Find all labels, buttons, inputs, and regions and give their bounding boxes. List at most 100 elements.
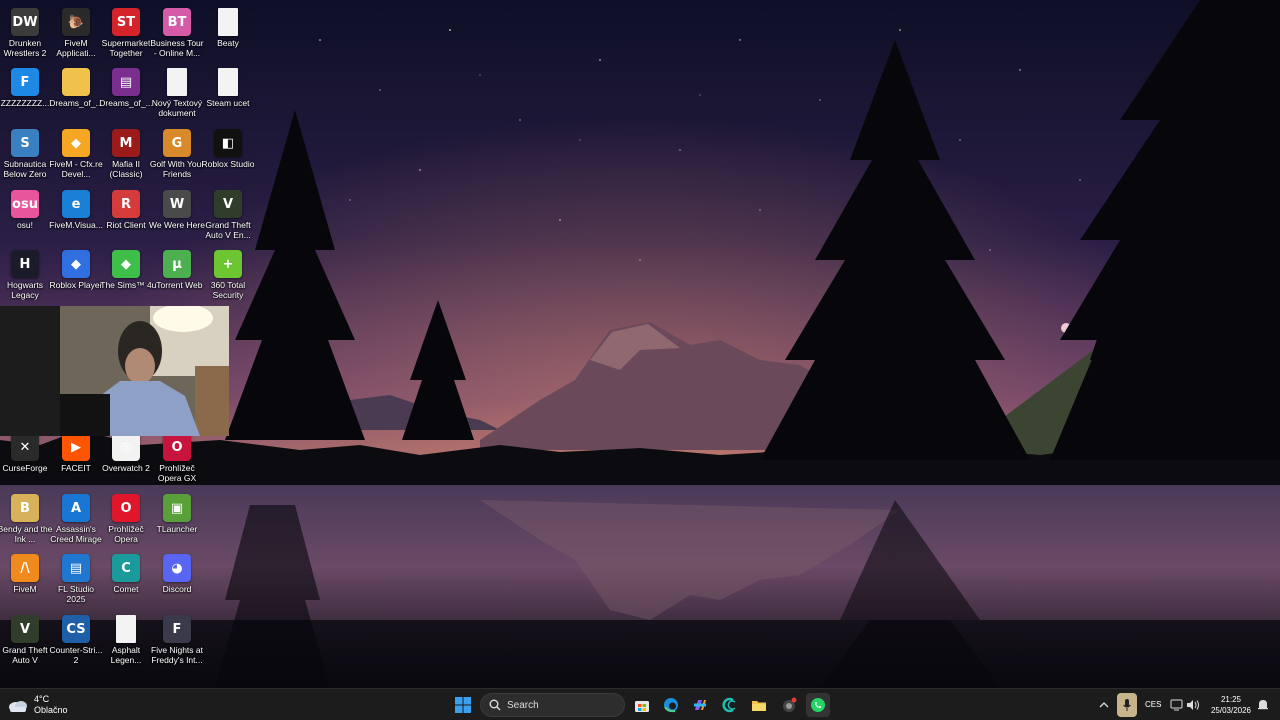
input-language[interactable]: CES — [1145, 700, 1161, 709]
file-explorer-icon[interactable] — [747, 693, 771, 717]
desktop-icon[interactable]: CS Counter-Stri... 2 — [50, 611, 102, 669]
desktop-icon[interactable]: Nový Textový dokument — [152, 64, 202, 122]
desktop-icon-label: 360 Total Security — [210, 280, 246, 300]
desktop-icon[interactable]: ▤ FL Studio 2025 — [51, 550, 101, 608]
start-button[interactable] — [451, 693, 475, 717]
desktop-icon-label: Discord — [162, 584, 192, 594]
desktop-icon[interactable]: ◎ Overwatch 2 — [101, 429, 151, 487]
notification-icon[interactable] — [1254, 693, 1272, 717]
desktop-icon[interactable]: /\ FiveM — [0, 550, 50, 608]
chevron-up-icon[interactable] — [1094, 693, 1114, 717]
weather-temp: 4°C — [34, 694, 50, 704]
app-icon: + — [214, 250, 242, 278]
desktop-icon[interactable]: DW Drunken Wrestlers 2 — [0, 4, 50, 62]
app-icon: F — [163, 615, 191, 643]
app-icon: ◆ — [112, 250, 140, 278]
desktop-icon[interactable]: G Golf With Your Friends — [150, 125, 204, 183]
desktop-icon[interactable]: ▶ FACEIT — [51, 429, 101, 487]
app-icon: M — [112, 129, 140, 157]
whatsapp-icon[interactable] — [806, 693, 830, 717]
app-icon: ▣ — [163, 494, 191, 522]
desktop-icon-label: Five Nights at Freddy's Int... — [151, 645, 203, 665]
app-icon — [218, 68, 238, 96]
desktop-icon-label: Dreams_of_... — [49, 98, 103, 108]
desktop-icon[interactable]: Steam ucet — [203, 64, 253, 122]
comet-icon[interactable] — [717, 693, 741, 717]
desktop-icon-label: Bendy and the Ink ... — [0, 524, 53, 544]
desktop-icon-label: Assassin's Creed Mirage — [50, 524, 102, 544]
app-icon: R — [112, 190, 140, 218]
desktop-icon[interactable]: Beaty — [203, 4, 253, 62]
desktop-icon[interactable]: Asphalt Legen... — [101, 611, 151, 669]
desktop-icon[interactable]: ST Supermarket Together — [101, 4, 151, 62]
windows-logo-icon — [455, 697, 471, 713]
desktop-icon[interactable]: e FiveM.Visua... — [49, 186, 103, 244]
desktop-icon[interactable]: W We Were Here — [149, 186, 205, 244]
app-icon: W — [163, 190, 191, 218]
app-icon: CS — [62, 615, 90, 643]
app-icon: ST — [112, 8, 140, 36]
desktop-icon[interactable]: BT Business Tour - Online M... — [150, 4, 204, 62]
desktop-icon[interactable]: ▣ TLauncher — [152, 490, 202, 548]
app-icon: S — [11, 129, 39, 157]
copilot-icon[interactable] — [688, 693, 712, 717]
desktop-icon[interactable]: ◧ Roblox Studio — [202, 125, 254, 183]
desktop-icon[interactable]: O Prohlížeč Opera — [101, 490, 151, 548]
desktop-icon[interactable]: V Grand Theft Auto V — [0, 611, 50, 669]
desktop-icon[interactable]: Dreams_of_... — [49, 64, 103, 122]
desktop-icon[interactable]: V Grand Theft Auto V En... — [203, 186, 253, 244]
desktop-icon-label: Mafia II (Classic) — [109, 159, 143, 179]
taskbar-search[interactable]: Search — [480, 693, 625, 717]
app-icon: ▤ — [62, 554, 90, 582]
desktop-icon[interactable]: O Prohlížeč Opera GX — [152, 429, 202, 487]
desktop-icon[interactable]: 🐌 FiveM Applicati... — [51, 4, 101, 62]
desktop-icon-label: Prohlížeč Opera GX — [157, 463, 197, 483]
desktop-icon[interactable]: H Hogwarts Legacy — [0, 246, 50, 304]
desktop-icon[interactable]: ◕ Discord — [152, 550, 202, 608]
desktop-icon[interactable]: ✕ CurseForge — [0, 429, 50, 487]
desktop-icon-label: Prohlížeč Opera — [108, 524, 144, 544]
webcam-overlay — [0, 306, 229, 436]
desktop-icon[interactable]: F Five Nights at Freddy's Int... — [151, 611, 203, 669]
desktop-icon-label: Overwatch 2 — [102, 463, 150, 473]
desktop-icon-label: uTorrent Web — [151, 280, 203, 290]
desktop-icon[interactable]: ◆ The Sims™ 4 — [100, 246, 152, 304]
desktop-icon[interactable]: C Comet — [101, 550, 151, 608]
weather-widget[interactable]: 4°C Oblačno — [8, 692, 68, 718]
desktop-icon[interactable]: B Bendy and the Ink ... — [0, 490, 53, 548]
app-icon: O — [112, 494, 140, 522]
desktop-icon[interactable]: R Riot Client — [101, 186, 151, 244]
app-icon: ◎ — [112, 433, 140, 461]
store-icon[interactable] — [630, 693, 654, 717]
desktop-icon[interactable]: μ uTorrent Web — [152, 246, 202, 304]
desktop-icon[interactable]: S Subnautica Below Zero — [0, 125, 50, 183]
clock-date: 25/03/2026 — [1210, 706, 1252, 715]
edge-icon[interactable] — [659, 693, 683, 717]
cloud-icon — [8, 698, 28, 712]
desktop-icon-label: Roblox Player — [49, 280, 103, 290]
desktop-icon-label: Grand Theft Auto V — [2, 645, 48, 665]
desktop-icon-label: Nový Textový dokument — [151, 98, 203, 118]
desktop-icon[interactable]: osu osu! — [0, 186, 50, 244]
clock[interactable]: 21:25 25/03/2026 — [1208, 694, 1254, 716]
app-icon: ▶ — [62, 433, 90, 461]
taskbar: 4°C Oblačno Search CES 21:25 25/03/2026 — [0, 688, 1280, 720]
desktop-icon[interactable]: M Mafia II (Classic) — [101, 125, 151, 183]
desktop-icon[interactable]: ▤ Dreams_of_... — [99, 64, 153, 122]
desktop-icon[interactable]: +360 Total Security — [203, 246, 253, 304]
app-icon: B — [11, 494, 39, 522]
desktop-icon-label: Grand Theft Auto V En... — [205, 220, 251, 240]
desktop-icon-label: Riot Client — [106, 220, 146, 230]
desktop-icon-label: The Sims™ 4 — [100, 280, 152, 290]
desktop-icon[interactable]: F ZZZZZZZZ... — [0, 64, 50, 122]
desktop-icon[interactable]: ◆ Roblox Player — [49, 246, 103, 304]
microphone-icon[interactable] — [1117, 693, 1137, 717]
game-launcher-icon[interactable] — [777, 693, 801, 717]
desktop-icon-label: Beaty — [217, 38, 239, 48]
app-icon — [167, 68, 187, 96]
desktop-icon[interactable]: A Assassin's Creed Mirage — [50, 490, 102, 548]
desktop-icon[interactable]: ◆ FiveM - Cfx.re Devel... — [49, 125, 103, 183]
clock-time: 21:25 — [1220, 695, 1242, 704]
desktop-icon-label: Supermarket Together — [101, 38, 151, 58]
volume-icon[interactable] — [1184, 693, 1202, 717]
